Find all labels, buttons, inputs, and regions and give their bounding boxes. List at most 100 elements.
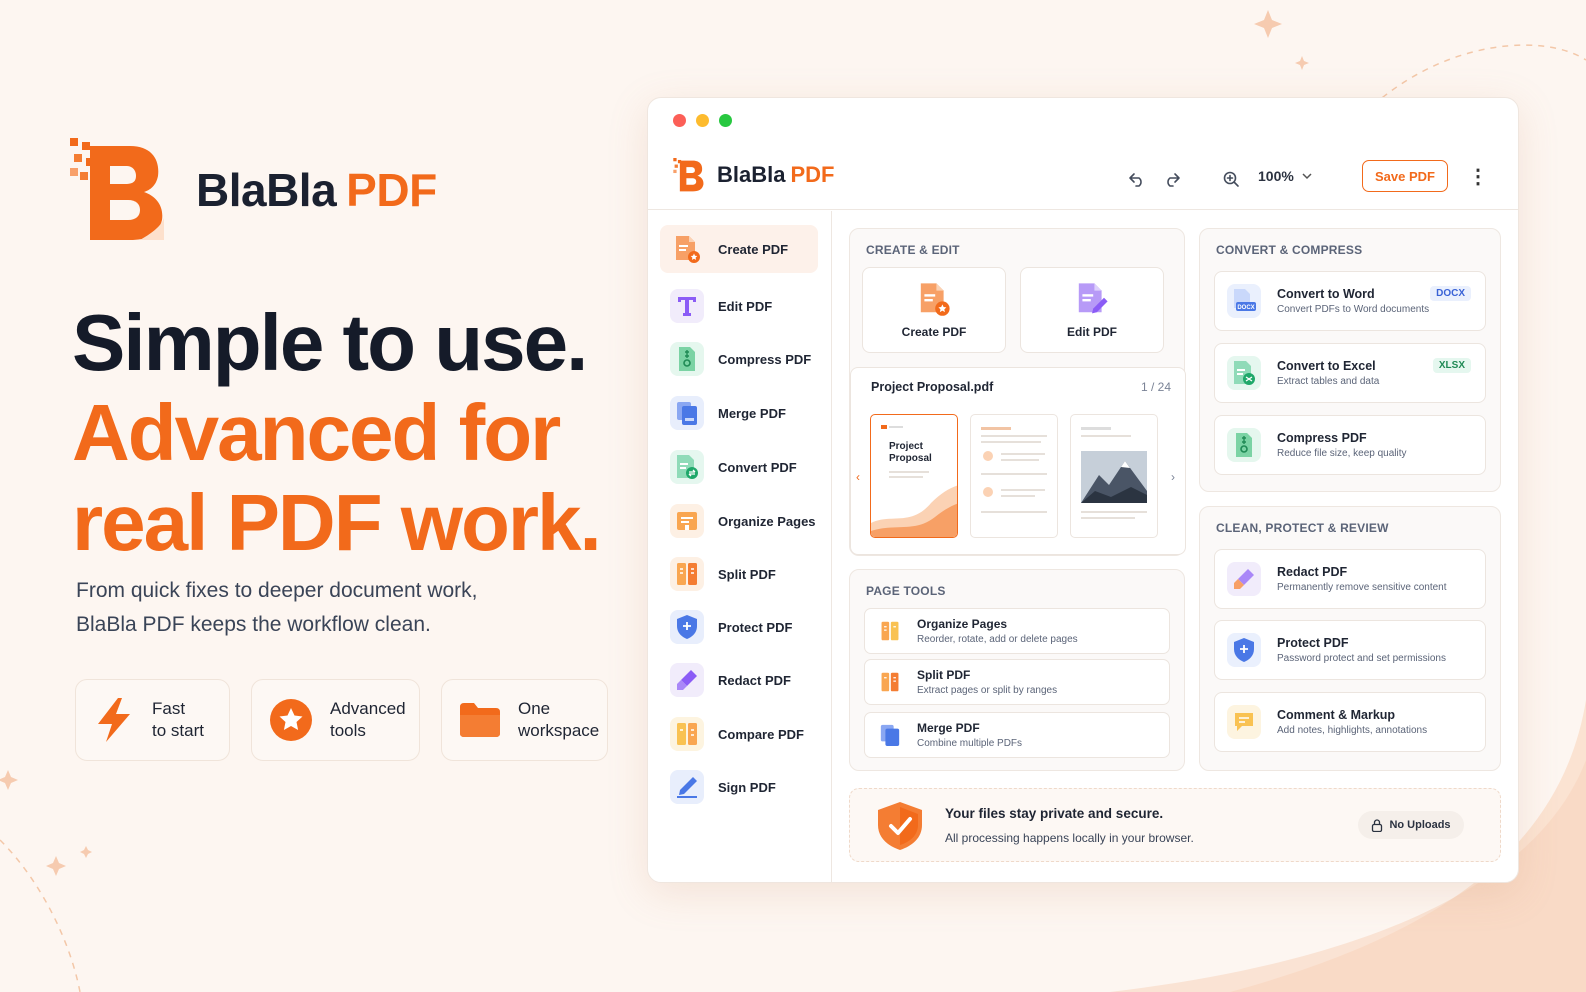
split-pdf-row[interactable]: Split PDF Extract pages or split by range… xyxy=(864,659,1170,705)
create-edit-title: CREATE & EDIT xyxy=(866,243,960,257)
hero-heading-line1: Simple to use. xyxy=(72,298,588,387)
svg-text:DOCX: DOCX xyxy=(1237,305,1254,311)
edit-pdf-card-label: Edit PDF xyxy=(1067,325,1117,339)
create-edit-panel: CREATE & EDIT Create PDF Edit PDF Projec… xyxy=(849,228,1186,556)
chevron-down-icon xyxy=(1302,173,1312,180)
page-thumbnail-3[interactable] xyxy=(1070,414,1158,538)
row-title: Convert to Excel xyxy=(1277,359,1376,373)
edit-pdf-icon xyxy=(1078,283,1108,314)
row-description: Extract pages or split by ranges xyxy=(917,685,1058,696)
sidebar-item-edit-pdf[interactable]: Edit PDF xyxy=(660,282,818,330)
sidebar-item-redact-pdf[interactable]: Redact PDF xyxy=(660,656,818,704)
redo-icon[interactable] xyxy=(1161,168,1183,190)
row-title: Merge PDF xyxy=(917,721,980,735)
row-title: Redact PDF xyxy=(1277,565,1348,579)
brand-logo-group: BlaBla PDF xyxy=(70,138,437,242)
feature-advanced: Advanced tools xyxy=(251,679,420,761)
more-options-icon[interactable]: ⋮ xyxy=(1468,164,1488,189)
sign-icon xyxy=(670,770,704,804)
prev-page-icon[interactable]: ‹ xyxy=(856,470,860,484)
protect-pdf-row[interactable]: Protect PDF Password protect and set perm… xyxy=(1214,620,1486,680)
compress-icon xyxy=(1227,428,1261,462)
sidebar-item-split-pdf[interactable]: Split PDF xyxy=(660,550,818,598)
convert-to-excel-row[interactable]: Convert to Excel Extract tables and data … xyxy=(1214,343,1486,403)
brand-name: BlaBla PDF xyxy=(196,163,437,217)
brand-name-main: BlaBla xyxy=(196,164,337,216)
minimize-window-icon[interactable] xyxy=(696,114,709,127)
page-thumbnail-2[interactable] xyxy=(970,414,1058,538)
zoom-in-icon[interactable] xyxy=(1220,168,1242,190)
sidebar-item-label: Merge PDF xyxy=(718,405,786,421)
lightning-icon xyxy=(98,698,130,742)
sidebar-item-label: Edit PDF xyxy=(718,298,773,314)
sidebar-item-organize-pages[interactable]: Organize Pages xyxy=(660,497,818,545)
redact-pdf-row[interactable]: Redact PDF Permanently remove sensitive c… xyxy=(1214,549,1486,609)
page-thumbnail-1[interactable]: Project Proposal xyxy=(870,414,958,538)
no-uploads-label: No Uploads xyxy=(1389,819,1451,831)
privacy-title: Your files stay private and secure. xyxy=(945,806,1164,821)
sidebar-item-convert-pdf[interactable]: Convert PDF xyxy=(660,443,818,491)
row-description: Extract tables and data xyxy=(1277,376,1380,387)
page-tools-panel: PAGE TOOLS Organize Pages Reorder, rotate… xyxy=(849,569,1185,771)
row-description: Password protect and set permissions xyxy=(1277,653,1446,664)
sidebar-item-compare-pdf[interactable]: Compare PDF xyxy=(660,710,818,758)
save-pdf-button[interactable]: Save PDF xyxy=(1362,160,1448,192)
sidebar-item-protect-pdf[interactable]: Protect PDF xyxy=(660,603,818,651)
edit-pdf-card[interactable]: Edit PDF xyxy=(1020,267,1164,353)
split-icon xyxy=(670,557,704,591)
row-description: Reorder, rotate, add or delete pages xyxy=(917,634,1078,645)
compare-icon xyxy=(670,717,704,751)
close-window-icon[interactable] xyxy=(673,114,686,127)
merge-icon xyxy=(877,722,903,748)
undo-icon[interactable] xyxy=(1126,168,1148,190)
sidebar-item-label: Sign PDF xyxy=(718,779,776,795)
document-preview: Project Proposal.pdf 1 / 24 ‹ › Project P… xyxy=(850,367,1186,555)
sidebar-item-merge-pdf[interactable]: Merge PDF xyxy=(660,389,818,437)
convert-to-word-row[interactable]: DOCX Convert to Word Convert PDFs to Word… xyxy=(1214,271,1486,331)
comment-markup-row[interactable]: Comment & Markup Add notes, highlights, a… xyxy=(1214,692,1486,752)
next-page-icon[interactable]: › xyxy=(1171,470,1175,484)
sidebar-item-label: Compress PDF xyxy=(718,351,812,367)
row-description: Permanently remove sensitive content xyxy=(1277,582,1447,593)
no-uploads-badge: No Uploads xyxy=(1358,811,1464,839)
convert-compress-panel: CONVERT & COMPRESS DOCX Convert to Word C… xyxy=(1199,228,1501,492)
app-logo: BlaBla PDF xyxy=(673,158,834,192)
privacy-description: All processing happens locally in your b… xyxy=(945,831,1194,845)
feature-fast-l1: Fast xyxy=(152,699,186,718)
app-name-accent: PDF xyxy=(790,162,835,187)
hero-subtitle-line2: BlaBla PDF keeps the workflow clean. xyxy=(76,613,431,636)
clean-protect-review-panel: CLEAN, PROTECT & REVIEW Redact PDF Perman… xyxy=(1199,506,1501,771)
brand-name-accent: PDF xyxy=(346,164,437,216)
sidebar-item-label: Redact PDF xyxy=(718,672,791,688)
create-pdf-icon xyxy=(920,283,950,316)
maximize-window-icon[interactable] xyxy=(719,114,732,127)
compress-pdf-row[interactable]: Compress PDF Reduce file size, keep quali… xyxy=(1214,415,1486,475)
row-description: Add notes, highlights, annotations xyxy=(1277,725,1428,736)
shield-icon xyxy=(1227,633,1261,667)
excel-doc-icon xyxy=(1227,356,1261,390)
feature-advanced-l1: Advanced xyxy=(330,699,406,718)
app-toolbar: BlaBla PDF 100% Save PDF ⋮ xyxy=(648,148,1518,210)
sidebar-item-label: Convert PDF xyxy=(718,459,797,475)
word-doc-icon: DOCX xyxy=(1227,284,1261,318)
feature-fast-l2: to start xyxy=(152,721,204,740)
create-pdf-card[interactable]: Create PDF xyxy=(862,267,1006,353)
sidebar-item-label: Split PDF xyxy=(718,566,776,582)
sidebar-item-sign-pdf[interactable]: Sign PDF xyxy=(660,763,818,811)
sidebar-item-create-pdf[interactable]: Create PDF xyxy=(660,225,818,273)
sidebar-item-label: Organize Pages xyxy=(718,513,816,529)
compress-icon xyxy=(670,342,704,376)
organize-pages-row[interactable]: Organize Pages Reorder, rotate, add or de… xyxy=(864,608,1170,654)
tool-sidebar: Create PDF Edit PDF Compress PDF Merge P… xyxy=(648,211,832,882)
merge-icon xyxy=(670,396,704,430)
redact-icon xyxy=(670,663,704,697)
folder-icon xyxy=(460,703,500,737)
lock-icon xyxy=(1372,818,1383,832)
zoom-select[interactable]: 100% xyxy=(1258,168,1312,184)
merge-pdf-row[interactable]: Merge PDF Combine multiple PDFs xyxy=(864,712,1170,758)
hero-heading-line3: real PDF work. xyxy=(72,478,602,567)
feature-fast: Fast to start xyxy=(75,679,230,761)
sidebar-item-compress-pdf[interactable]: Compress PDF xyxy=(660,335,818,383)
organize-icon xyxy=(877,618,903,644)
zoom-value: 100% xyxy=(1258,168,1294,184)
